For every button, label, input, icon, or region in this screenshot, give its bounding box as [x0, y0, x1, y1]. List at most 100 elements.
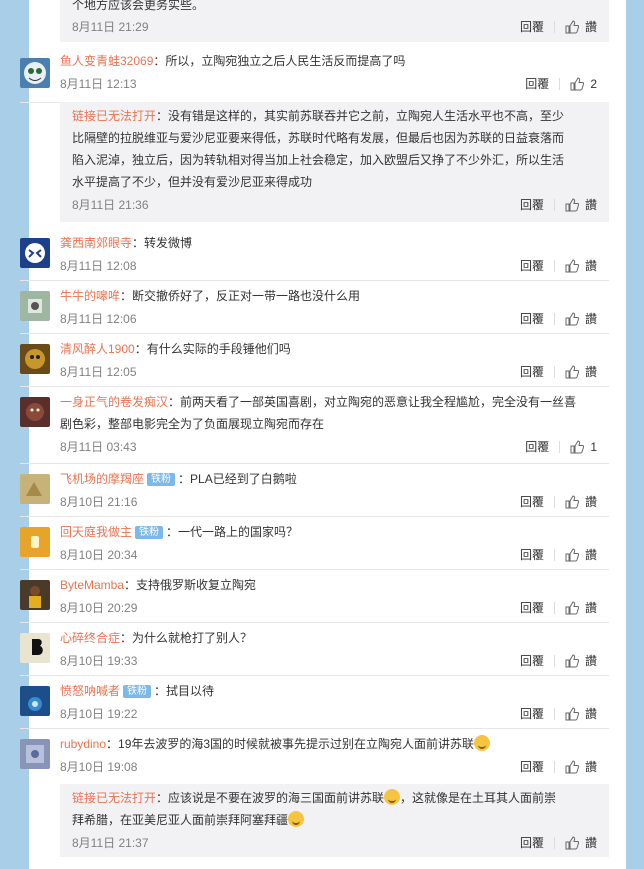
- laughing-emoji-icon: [288, 811, 305, 827]
- like-button[interactable]: 讚: [565, 543, 597, 567]
- comment-item: 一身正气的卷发痴汉：前两天看了一部英国喜剧，对立陶宛的恶意让我全程尴尬，完全没有…: [20, 387, 609, 464]
- comment-time: 8月11日 12:06: [60, 312, 137, 326]
- reply-button[interactable]: 回覆: [520, 543, 544, 567]
- reply-button[interactable]: 回覆: [520, 193, 544, 217]
- like-button[interactable]: 讚: [565, 254, 597, 278]
- reply-button[interactable]: 回覆: [520, 596, 544, 620]
- like-button[interactable]: 讚: [565, 702, 597, 726]
- avatar[interactable]: [20, 739, 50, 769]
- comment-text: ：前两天看了一部英国喜剧，对立陶宛的恶意让我全程尴尬，完全没有一丝喜: [168, 395, 577, 409]
- avatar[interactable]: [20, 58, 50, 88]
- comment-text: ：PLA已经到了白鹅啦: [178, 472, 297, 486]
- thumbs-up-icon: [570, 77, 585, 91]
- commenter-name[interactable]: ByteMamba: [60, 578, 124, 592]
- divider: [553, 708, 555, 720]
- avatar[interactable]: [20, 686, 50, 716]
- reply-button[interactable]: 回覆: [520, 831, 544, 855]
- like-label: 讚: [584, 198, 597, 212]
- sub-reply: 链接已无法打开：应该说是不要在波罗的海三国面前讲苏联 ，这就像是在土耳其人面前崇 …: [60, 784, 609, 857]
- divider: [559, 78, 561, 90]
- comment-time: 8月11日 12:08: [60, 259, 137, 273]
- like-button[interactable]: 讚: [565, 490, 597, 514]
- reply-text-line: 陷入泥淖，独立后，因为转轨相对得当加上社会稳定，加入欧盟后又挣了不少外汇，所以生…: [72, 153, 565, 167]
- reply-button[interactable]: 回覆: [520, 360, 544, 384]
- like-button[interactable]: 讚: [565, 193, 597, 217]
- divider: [553, 496, 555, 508]
- comment-text: ：断交撤侨好了，反正对一带一路也没什么用: [120, 289, 361, 303]
- divider: [553, 199, 555, 211]
- thumbs-up-icon: [565, 601, 579, 615]
- avatar[interactable]: [20, 397, 50, 427]
- comment-time: 8月11日 03:43: [60, 440, 137, 454]
- avatar[interactable]: [20, 633, 50, 663]
- thumbs-up-icon: [570, 440, 585, 454]
- commenter-name[interactable]: rubydino: [60, 737, 106, 751]
- reply-text-line: 水平提高了不少，但并没有爱沙尼亚来得成功: [72, 175, 313, 189]
- reply-button[interactable]: 回覆: [520, 490, 544, 514]
- commenter-name[interactable]: 愤怒呐喊者: [60, 684, 120, 698]
- comment-item: 回天庭我做主 铁粉 ：一代一路上的国家吗？ 8月10日 20:34 回覆 讚: [20, 517, 609, 570]
- comment-text-line: 剧色彩，整部电影完全为了负面展现立陶宛而存在: [60, 417, 325, 431]
- thumbs-up-icon: [565, 836, 579, 850]
- like-count: 讚: [584, 760, 597, 774]
- thumbs-up-icon: [565, 707, 579, 721]
- thumbs-up-icon: [565, 548, 579, 562]
- like-button[interactable]: 讚: [565, 649, 597, 673]
- like-button[interactable]: 讚: [565, 831, 597, 855]
- like-button[interactable]: 讚: [565, 307, 597, 331]
- reply-button[interactable]: 回覆: [520, 702, 544, 726]
- avatar[interactable]: [20, 580, 50, 610]
- comment-item: 飞机场的摩羯座 铁粉 ：PLA已经到了白鹅啦 8月10日 21:16 回覆 讚: [20, 464, 609, 517]
- reply-button[interactable]: 回覆: [525, 435, 549, 459]
- comment-time: 8月10日 20:29: [60, 601, 138, 615]
- reply-button[interactable]: 回覆: [520, 755, 544, 779]
- commenter-name[interactable]: 牛牛的嗥哞: [60, 289, 120, 303]
- reply-time: 8月11日 21:29: [72, 20, 149, 34]
- comment-time: 8月10日 19:22: [60, 707, 138, 721]
- commenter-name[interactable]: 清风醉人1900: [60, 342, 135, 356]
- comment-item: ByteMamba：支持俄罗斯收复立陶宛 8月10日 20:29 回覆 讚: [20, 570, 609, 623]
- reply-button[interactable]: 回覆: [520, 254, 544, 278]
- commenter-name[interactable]: 一身正气的卷发痴汉: [60, 395, 168, 409]
- replier-name[interactable]: 链接已无法打开: [72, 109, 156, 123]
- divider: [553, 761, 555, 773]
- replier-name[interactable]: 链接已无法打开: [72, 791, 156, 805]
- reply-button[interactable]: 回覆: [520, 18, 544, 35]
- reply-button[interactable]: 回覆: [520, 307, 544, 331]
- like-button[interactable]: 2: [570, 72, 597, 96]
- reply-text-line: 拜希腊，在亚美尼亚人面前崇拜阿塞拜疆: [72, 813, 289, 827]
- comment-time: 8月10日 19:08: [60, 760, 138, 774]
- avatar[interactable]: [20, 527, 50, 557]
- commenter-name[interactable]: 鱼人变青蛙32069: [60, 54, 153, 68]
- comment-time: 8月11日 12:13: [60, 77, 137, 91]
- commenter-name[interactable]: 飞机场的摩羯座: [60, 472, 144, 486]
- thumbs-up-icon: [565, 760, 579, 774]
- laughing-emoji-icon: [474, 735, 491, 751]
- comment-time: 8月10日 19:33: [60, 654, 138, 668]
- like-button[interactable]: 讚: [565, 360, 597, 384]
- commenter-name[interactable]: 心碎终合症: [60, 631, 120, 645]
- reply-button[interactable]: 回覆: [525, 72, 549, 96]
- divider: [553, 602, 555, 614]
- like-button[interactable]: 讚: [565, 755, 597, 779]
- avatar[interactable]: [20, 291, 50, 321]
- comment-text: ：转发微博: [132, 236, 193, 250]
- like-count: 讚: [584, 259, 597, 273]
- reply-button[interactable]: 回覆: [520, 649, 544, 673]
- commenter-name[interactable]: 回天庭我做主: [60, 525, 132, 539]
- fan-badge: 铁粉: [147, 473, 176, 486]
- comment-item: 心碎终合症：为什么就枪打了别人？ 8月10日 19:33 回覆 讚: [20, 623, 609, 676]
- like-count: 讚: [584, 312, 597, 326]
- like-button[interactable]: 讚: [565, 18, 597, 35]
- avatar[interactable]: [20, 474, 50, 504]
- like-button[interactable]: 1: [570, 435, 597, 459]
- like-button[interactable]: 讚: [565, 596, 597, 620]
- comment-time: 8月10日 21:16: [60, 495, 138, 509]
- fan-badge: 铁粉: [135, 526, 164, 539]
- commenter-name[interactable]: 龚西南郊眼寺: [60, 236, 132, 250]
- avatar[interactable]: [20, 238, 50, 268]
- reply-text-line: ：没有错是这样的，其实前苏联吞并它之前，立陶宛人生活水平也不高，至少: [156, 109, 565, 123]
- like-count: 讚: [584, 707, 597, 721]
- avatar[interactable]: [20, 344, 50, 374]
- thumbs-up-icon: [565, 365, 579, 379]
